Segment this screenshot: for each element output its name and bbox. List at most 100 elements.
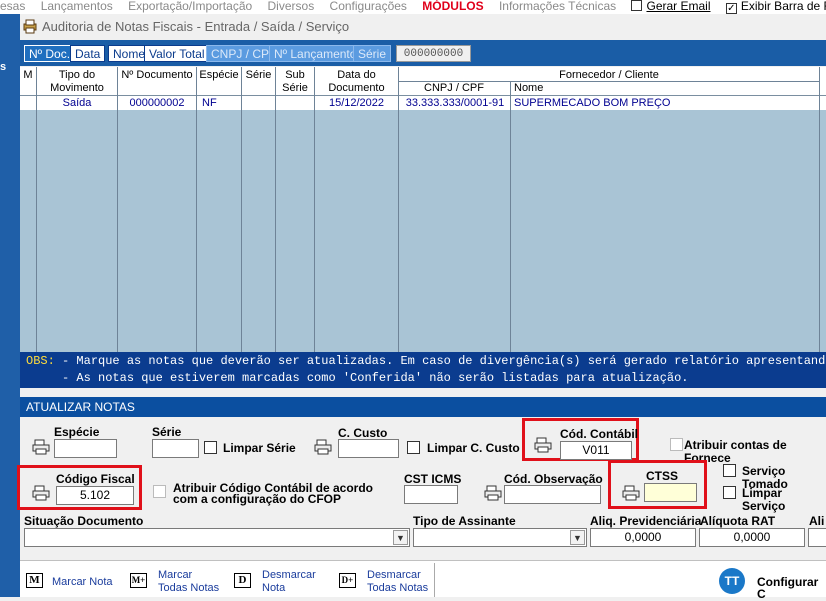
atualizar-notas-header: ATUALIZAR NOTAS — [20, 397, 826, 417]
tab-lancamento[interactable]: Nº Lançamento — [269, 45, 362, 62]
marcar-todas-label-l1[interactable]: Marcar — [158, 569, 192, 581]
col-header-serie[interactable]: Série — [242, 69, 275, 82]
situacao-documento-label: Situação Documento — [24, 514, 144, 528]
col-line — [510, 81, 511, 352]
tab-valor-total[interactable]: Valor Total — [144, 45, 210, 62]
atualizar-notas-panel: Espécie Série Limpar Série C. Custo Limp… — [17, 417, 826, 550]
cell-nome: SUPERMECADO BOM PREÇO — [514, 97, 671, 109]
desmarcar-nota-label-l1[interactable]: Desmarcar — [262, 569, 316, 581]
menu-item-informacoes[interactable]: Informações Técnicas — [499, 0, 616, 13]
table-row[interactable]: Saída 000000002 NF 15/12/2022 33.333.333… — [20, 96, 826, 110]
col-header-tipo-l1[interactable]: Tipo do — [37, 69, 117, 82]
limpar-serie-checkbox[interactable] — [204, 441, 217, 454]
search-number-field[interactable]: 000000000 — [396, 45, 471, 62]
obs-line-2: - As notas que estiverem marcadas como '… — [26, 371, 689, 385]
col-header-data-l1[interactable]: Data do — [315, 69, 398, 82]
atribuir-contas-checkbox[interactable] — [670, 438, 683, 451]
menu-item-configuracoes[interactable]: Configurações — [330, 0, 407, 13]
ccusto-input[interactable] — [338, 439, 399, 458]
cod-contabil-input[interactable]: V011 — [560, 441, 632, 460]
tab-ndoc[interactable]: Nº Doc. — [24, 45, 76, 62]
situacao-documento-select[interactable]: ▼ — [24, 528, 410, 547]
cod-contabil-label: Cód. Contábil — [560, 427, 638, 441]
printer-icon[interactable] — [32, 485, 50, 501]
left-strip-label: s — [0, 61, 7, 73]
marcar-nota-icon[interactable]: M — [26, 573, 43, 588]
marcar-todas-label-l2[interactable]: Todas Notas — [158, 582, 219, 594]
window-title: Auditoria de Notas Fiscais - Entrada / S… — [42, 19, 350, 34]
col-header-sub-l2[interactable]: Série — [276, 82, 314, 95]
servico-tomado-checkbox[interactable] — [723, 464, 736, 477]
tab-serie[interactable]: Série — [353, 45, 392, 62]
tipo-assinante-select[interactable]: ▼ — [413, 528, 587, 547]
limpar-servico-checkbox[interactable] — [723, 486, 736, 499]
col-header-data-l2[interactable]: Documento — [315, 82, 398, 95]
printer-icon[interactable] — [32, 439, 50, 455]
bottom-action-bar: M Marcar Nota M+ Marcar Todas Notas D De… — [20, 560, 826, 600]
col-line — [819, 67, 820, 352]
desmarcar-nota-icon[interactable]: D — [234, 573, 251, 588]
menu-item-empresas[interactable]: esas — [0, 0, 25, 13]
ctss-label: CTSS — [646, 469, 679, 483]
col-header-cnpj[interactable]: CNPJ / CPF — [399, 82, 509, 95]
cod-observacao-input[interactable] — [504, 485, 601, 504]
aliq-previdenciaria-label: Aliq. Previdenciária — [590, 514, 702, 528]
exibir-barra-label[interactable]: Exibir Barra de Ferramen — [741, 0, 826, 13]
cst-icms-input[interactable] — [404, 485, 458, 504]
obs-label: OBS: — [26, 354, 55, 368]
menu-item-diversos[interactable]: Diversos — [268, 0, 315, 13]
tipo-assinante-label: Tipo de Assinante — [413, 514, 516, 528]
especie-label: Espécie — [54, 425, 100, 439]
printer-icon[interactable] — [534, 437, 552, 453]
cell-ndoc: 000000002 — [129, 97, 185, 109]
configurar-icon[interactable]: TT — [719, 568, 745, 594]
menu-item-lancamentos[interactable]: Lançamentos — [41, 0, 113, 13]
especie-input[interactable] — [54, 439, 117, 458]
col-line — [241, 67, 242, 352]
col-header-especie[interactable]: Espécie — [197, 69, 241, 82]
limpar-serie-label[interactable]: Limpar Série — [223, 442, 296, 455]
chevron-down-icon[interactable]: ▼ — [570, 530, 585, 545]
printer-icon[interactable] — [622, 485, 640, 501]
atribuir-cod-contabil-checkbox[interactable] — [153, 485, 166, 498]
col-header-sub-l1[interactable]: Sub — [276, 69, 314, 82]
serie-input[interactable] — [152, 439, 199, 458]
marcar-nota-button[interactable]: Marcar Nota — [52, 576, 113, 588]
desmarcar-todas-label-l1[interactable]: Desmarcar — [367, 569, 421, 581]
col-header-m[interactable]: M — [20, 69, 36, 82]
printer-icon[interactable] — [314, 439, 332, 455]
gerar-email-label[interactable]: Gerar Email — [646, 0, 710, 13]
marcar-todas-icon[interactable]: M+ — [130, 573, 147, 588]
col-header-nome[interactable]: Nome — [514, 82, 554, 95]
col-line — [398, 67, 399, 352]
aliquota-rat-label: Alíquota RAT — [700, 514, 776, 528]
desmarcar-nota-label-l2[interactable]: Nota — [262, 582, 285, 594]
col-header-tipo-l2[interactable]: Movimento — [37, 82, 117, 95]
col-line — [196, 67, 197, 352]
desmarcar-todas-label-l2[interactable]: Todas Notas — [367, 582, 428, 594]
chevron-down-icon[interactable]: ▼ — [393, 530, 408, 545]
limpar-servico-label[interactable]: Limpar Serviço — [742, 487, 826, 513]
limpar-ccusto-label[interactable]: Limpar C. Custo — [427, 442, 520, 455]
notes-grid[interactable]: M Tipo do Movimento Nº Documento Espécie… — [20, 67, 826, 352]
configurar-button[interactable]: Configurar C — [757, 576, 826, 600]
col-header-ndoc[interactable]: Nº Documento — [118, 69, 196, 82]
gerar-email-checkbox[interactable] — [631, 0, 643, 11]
codigo-fiscal-input[interactable]: 5.102 — [56, 486, 134, 505]
limpar-ccusto-checkbox[interactable] — [407, 441, 420, 454]
atribuir-cod-label-l2[interactable]: com a configuração do CFOP — [173, 493, 341, 506]
ali-label: Ali — [809, 514, 825, 528]
ctss-input[interactable] — [644, 483, 697, 502]
aliquota-rat-input[interactable]: 0,0000 — [699, 528, 805, 547]
exibir-barra-checkbox[interactable]: ✓ — [725, 3, 737, 14]
desmarcar-todas-icon[interactable]: D+ — [339, 573, 356, 588]
ali-input[interactable] — [808, 528, 826, 547]
col-line — [117, 67, 118, 352]
menu-item-exportacao[interactable]: Exportação/Importação — [128, 0, 252, 13]
obs-line-1: - Marque as notas que deverão ser atuali… — [54, 354, 826, 368]
menu-item-modulos[interactable]: MÓDULOS — [422, 0, 483, 13]
tab-data[interactable]: Data — [70, 45, 106, 62]
aliq-previdenciaria-input[interactable]: 0,0000 — [590, 528, 696, 547]
printer-icon[interactable] — [484, 485, 502, 501]
grid-header: M Tipo do Movimento Nº Documento Espécie… — [20, 67, 826, 96]
